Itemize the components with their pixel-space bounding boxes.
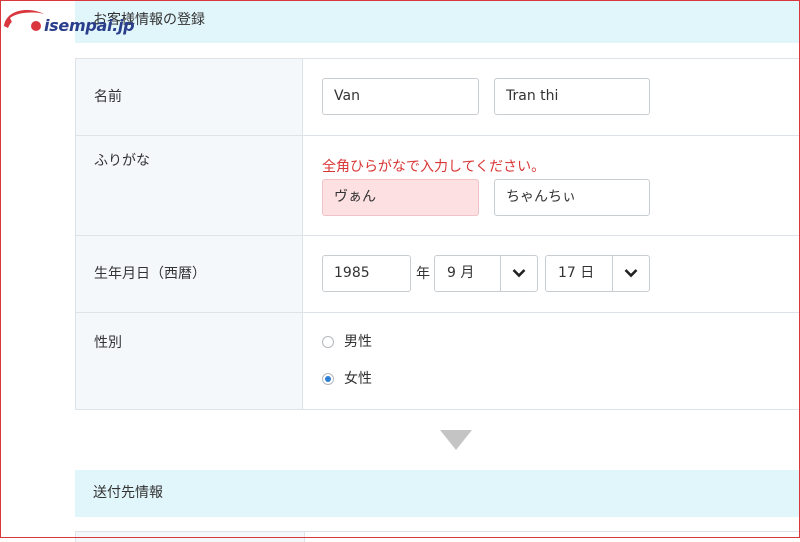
gender-option-label: 女性 (344, 371, 372, 387)
logo-text: isempai.jp (44, 16, 135, 35)
gender-option-label: 男性 (344, 334, 372, 350)
form-row-furigana: ふりがな 全角ひらがなで入力してください。 ヴぁん ちゃんちぃ (75, 135, 800, 235)
field-label-gender: 性別 (75, 313, 303, 409)
birth-month-value: 9 月 (447, 265, 475, 281)
form-row-birthday: 生年月日（西暦） 1985 年 9 月 17 日 (75, 235, 800, 312)
isempai-logo: isempai.jp (0, 0, 150, 40)
birth-day-select[interactable]: 17 日 (545, 255, 650, 292)
section-header-customer: お客様情報の登録 (75, 0, 800, 43)
chevron-down-icon (612, 256, 649, 291)
form-row-shipping-first (75, 531, 800, 542)
last-furigana-input[interactable]: ちゃんちぃ (494, 179, 650, 216)
first-furigana-input[interactable]: ヴぁん (322, 179, 479, 216)
birth-month-select[interactable]: 9 月 (434, 255, 538, 292)
radio-icon[interactable] (322, 336, 334, 348)
field-label-name: 名前 (75, 59, 303, 135)
down-arrow-icon (440, 430, 472, 450)
last-name-input[interactable]: Tran thi (494, 78, 650, 115)
field-label-birthday: 生年月日（西暦） (75, 236, 303, 312)
form-row-name: 名前 Van Tran thi (75, 58, 800, 135)
first-name-input[interactable]: Van (322, 78, 479, 115)
logo-swoosh-icon (4, 10, 44, 31)
chevron-down-icon (500, 256, 537, 291)
birth-day-value: 17 日 (558, 265, 595, 281)
section-header-shipping: 送付先情報 (75, 470, 800, 517)
year-unit-label: 年 (416, 266, 430, 282)
furigana-error-message: 全角ひらがなで入力してください。 (322, 159, 546, 175)
radio-selected-icon[interactable] (322, 373, 334, 385)
field-label-shipping (75, 532, 305, 542)
birth-year-input[interactable]: 1985 (322, 255, 411, 292)
field-label-furigana: ふりがな (75, 136, 303, 235)
form-row-gender: 性別 男性 女性 (75, 312, 800, 410)
